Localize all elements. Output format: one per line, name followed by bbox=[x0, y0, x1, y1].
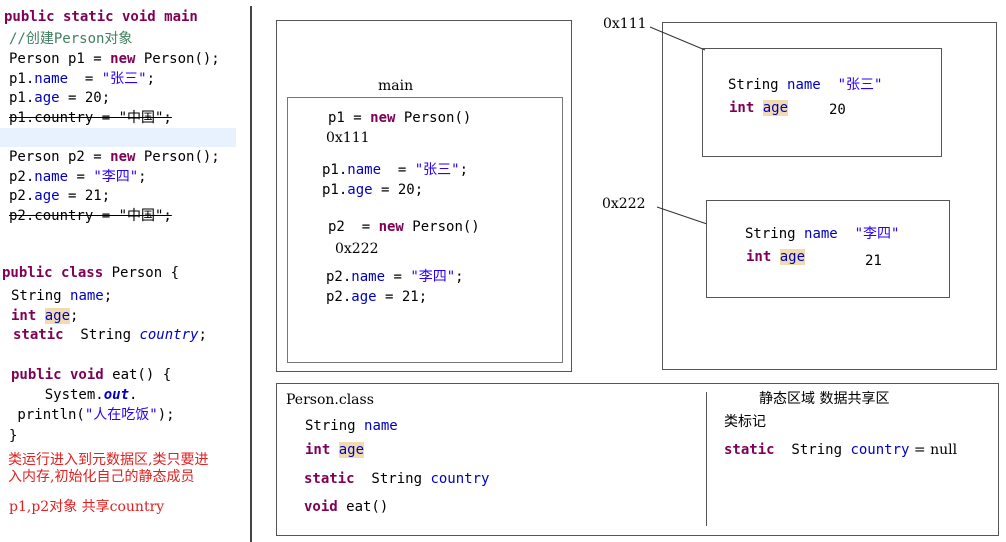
obj2-name-line: String name "李四" bbox=[745, 226, 900, 242]
method-area-divider bbox=[706, 392, 707, 526]
obj2-age-value: 21 bbox=[865, 253, 882, 269]
class-field-country: static String country bbox=[304, 471, 490, 487]
class-field-age: int age bbox=[305, 442, 365, 458]
obj1-name-line: String name "张三" bbox=[728, 77, 883, 93]
obj1-age-value: 20 bbox=[829, 102, 846, 118]
class-method-eat: void eat() bbox=[304, 499, 389, 515]
obj1-age-line: int age bbox=[729, 100, 789, 116]
pointer-line-0x222 bbox=[656, 206, 708, 225]
class-field-name: String name bbox=[305, 418, 398, 434]
class-mark-label: 类标记 bbox=[724, 414, 766, 430]
static-area-title: 静态区域 数据共享区 bbox=[759, 391, 890, 407]
obj2-age-line: int age bbox=[746, 249, 806, 265]
heap-object-p2 bbox=[706, 200, 950, 298]
pointer-line-0x111 bbox=[649, 26, 706, 51]
static-country-null: static String country = null bbox=[724, 442, 958, 458]
person-class-title: Person.class bbox=[286, 392, 374, 408]
